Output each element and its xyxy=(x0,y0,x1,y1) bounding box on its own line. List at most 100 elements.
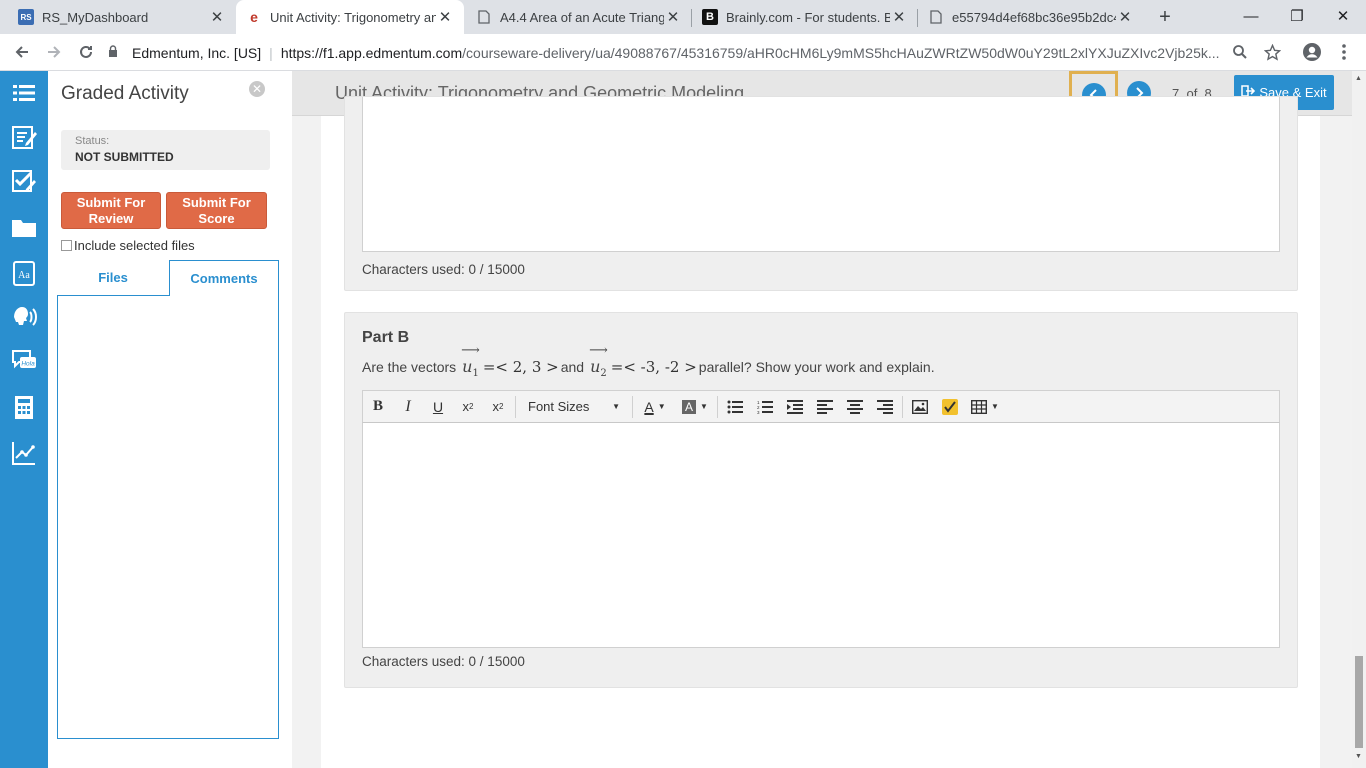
submit-for-review-button[interactable]: Submit For Review xyxy=(61,192,161,229)
brainly-favicon-icon: B xyxy=(702,9,718,25)
nav-calculator-icon[interactable] xyxy=(0,385,48,429)
panel-title: Graded Activity xyxy=(61,83,189,104)
underline-icon[interactable]: U xyxy=(423,393,453,421)
italic-icon[interactable]: I xyxy=(393,393,423,421)
toolbar-divider xyxy=(902,395,903,418)
url-path: /courseware-delivery/ua/49088767/4531675… xyxy=(462,44,1220,61)
part-b-response-editor[interactable] xyxy=(362,423,1280,648)
vector-u1-name: u xyxy=(462,357,473,376)
subscript-icon[interactable]: x2 xyxy=(483,393,513,421)
question-suffix: parallel? Show your work and explain. xyxy=(698,359,935,375)
vector-u1-value: =< 2, 3 > xyxy=(482,358,559,376)
insert-equation-icon[interactable] xyxy=(935,393,965,421)
menu-kebab-icon[interactable] xyxy=(1330,38,1358,66)
lock-icon xyxy=(108,45,126,60)
profile-icon[interactable] xyxy=(1298,38,1326,66)
browser-tab-brainly[interactable]: B Brainly.com - For students. By s ✕ xyxy=(692,0,918,34)
bold-icon[interactable]: B xyxy=(363,393,393,421)
tab-title: RS_MyDashboard xyxy=(42,9,149,25)
question-joiner: and xyxy=(560,359,585,375)
browser-tab-unit-activity[interactable]: e Unit Activity: Trigonometry and ✕ xyxy=(236,0,464,34)
vector-u1: ⟶ u1 xyxy=(461,343,480,380)
vector-u2-sub: 2 xyxy=(600,368,607,380)
app-root: Aa Hola Graded Activity ✕ Status: NOT SU… xyxy=(0,71,1366,768)
tab-title: Brainly.com - For students. By s xyxy=(726,9,890,25)
browser-toolbar: Edmentum, Inc. [US] | https://f1.app.edm… xyxy=(0,34,1366,71)
submit-for-score-button[interactable]: Submit For Score xyxy=(166,192,267,229)
close-tab-icon[interactable]: ✕ xyxy=(208,8,226,26)
close-tab-icon[interactable]: ✕ xyxy=(1116,8,1134,26)
close-tab-icon[interactable]: ✕ xyxy=(890,8,908,26)
nav-progress-chart-icon[interactable] xyxy=(0,431,48,475)
nav-text-to-speech-icon[interactable] xyxy=(0,295,48,339)
scrollbar-thumb[interactable] xyxy=(1355,656,1363,748)
scroll-up-icon[interactable]: ▲ xyxy=(1355,75,1362,82)
forward-icon[interactable] xyxy=(40,38,68,66)
close-panel-icon[interactable]: ✕ xyxy=(249,81,265,97)
nav-contents-list-icon[interactable] xyxy=(0,71,48,115)
minimize-button[interactable]: — xyxy=(1228,0,1274,32)
part-b-question: Are the vectors ⟶ u1 =< 2, 3 > and ⟶ u2 =<… xyxy=(362,343,935,380)
zoom-icon[interactable] xyxy=(1226,38,1254,66)
include-files-label: Include selected files xyxy=(74,238,195,253)
indent-icon[interactable] xyxy=(780,393,810,421)
browser-tab-image[interactable]: e55794d4ef68bc36e95b2dc44 ✕ xyxy=(918,0,1144,34)
nav-graded-activity-icon[interactable] xyxy=(0,159,56,203)
edmentum-favicon-icon: e xyxy=(250,9,258,25)
tab-title: Unit Activity: Trigonometry and xyxy=(270,9,436,25)
highlight-color-icon[interactable]: A ▼ xyxy=(675,393,715,421)
tab-title: e55794d4ef68bc36e95b2dc44 xyxy=(952,9,1116,25)
nav-glossary-icon[interactable]: Aa xyxy=(0,251,48,295)
address-bar[interactable]: Edmentum, Inc. [US] | https://f1.app.edm… xyxy=(108,37,1258,68)
insert-table-icon[interactable]: ▼ xyxy=(965,393,1005,421)
align-left-icon[interactable] xyxy=(810,393,840,421)
close-window-button[interactable]: ✕ xyxy=(1320,0,1366,32)
part-b-title: Part B xyxy=(362,329,410,346)
part-a-chars-used: Characters used: 0 / 15000 xyxy=(362,262,525,277)
bookmark-star-icon[interactable] xyxy=(1258,38,1286,66)
text-color-icon[interactable]: A ▼ xyxy=(635,393,675,421)
part-b-chars-used: Characters used: 0 / 15000 xyxy=(362,654,525,669)
nav-notes-edit-icon[interactable] xyxy=(0,115,48,159)
site-identity: Edmentum, Inc. [US] xyxy=(132,44,262,61)
status-value: NOT SUBMITTED xyxy=(75,150,174,164)
font-sizes-label: Font Sizes xyxy=(528,399,590,414)
browser-tab-strip: RS RS_MyDashboard ✕ e Unit Activity: Tri… xyxy=(0,0,1366,34)
svg-text:Hola: Hola xyxy=(21,361,35,368)
comments-panel-body[interactable] xyxy=(57,295,279,739)
left-nav-rail: Aa Hola xyxy=(0,71,56,768)
align-center-icon[interactable] xyxy=(840,393,870,421)
insert-image-icon[interactable] xyxy=(905,393,935,421)
close-tab-icon[interactable]: ✕ xyxy=(436,8,454,26)
new-tab-button[interactable]: + xyxy=(1150,0,1180,34)
activity-content: Characters used: 0 / 15000 Part B Are th… xyxy=(321,96,1320,768)
bullet-list-icon[interactable] xyxy=(720,393,750,421)
vector-u2-value: =< -3, -2 > xyxy=(610,358,697,376)
status-box: Status: NOT SUBMITTED xyxy=(61,130,270,170)
reload-icon[interactable] xyxy=(72,38,100,66)
svg-text:3: 3 xyxy=(757,410,760,414)
close-tab-icon[interactable]: ✕ xyxy=(664,8,682,26)
align-right-icon[interactable] xyxy=(870,393,900,421)
include-files-checkbox[interactable] xyxy=(61,240,72,251)
include-files-row: Include selected files xyxy=(61,238,195,253)
back-icon[interactable] xyxy=(8,38,36,66)
nav-folder-icon[interactable] xyxy=(0,205,48,249)
rich-text-toolbar: B I U x2 x2 Font Sizes ▼ A ▼ A ▼ 123 ▼ xyxy=(362,390,1280,423)
browser-tab-dashboard[interactable]: RS RS_MyDashboard ✕ xyxy=(8,0,236,34)
part-a-response-editor[interactable] xyxy=(362,97,1280,252)
superscript-icon[interactable]: x2 xyxy=(453,393,483,421)
page-scrollbar[interactable]: ▲ ▼ xyxy=(1352,71,1366,768)
vector-u1-sub: 1 xyxy=(472,368,479,380)
document-favicon-icon xyxy=(476,9,492,25)
numbered-list-icon[interactable]: 123 xyxy=(750,393,780,421)
scroll-down-icon[interactable]: ▼ xyxy=(1355,753,1362,760)
toolbar-divider xyxy=(632,395,633,418)
nav-hola-translate-icon[interactable]: Hola xyxy=(0,339,48,383)
browser-tab-area-triangle[interactable]: A4.4 Area of an Acute Triangle ✕ xyxy=(466,0,692,34)
tab-comments[interactable]: Comments xyxy=(169,260,279,296)
vector-u2: ⟶ u2 xyxy=(589,343,608,380)
restore-button[interactable]: ❐ xyxy=(1274,0,1320,32)
tab-files[interactable]: Files xyxy=(57,260,169,296)
font-sizes-dropdown[interactable]: Font Sizes ▼ xyxy=(520,394,628,420)
